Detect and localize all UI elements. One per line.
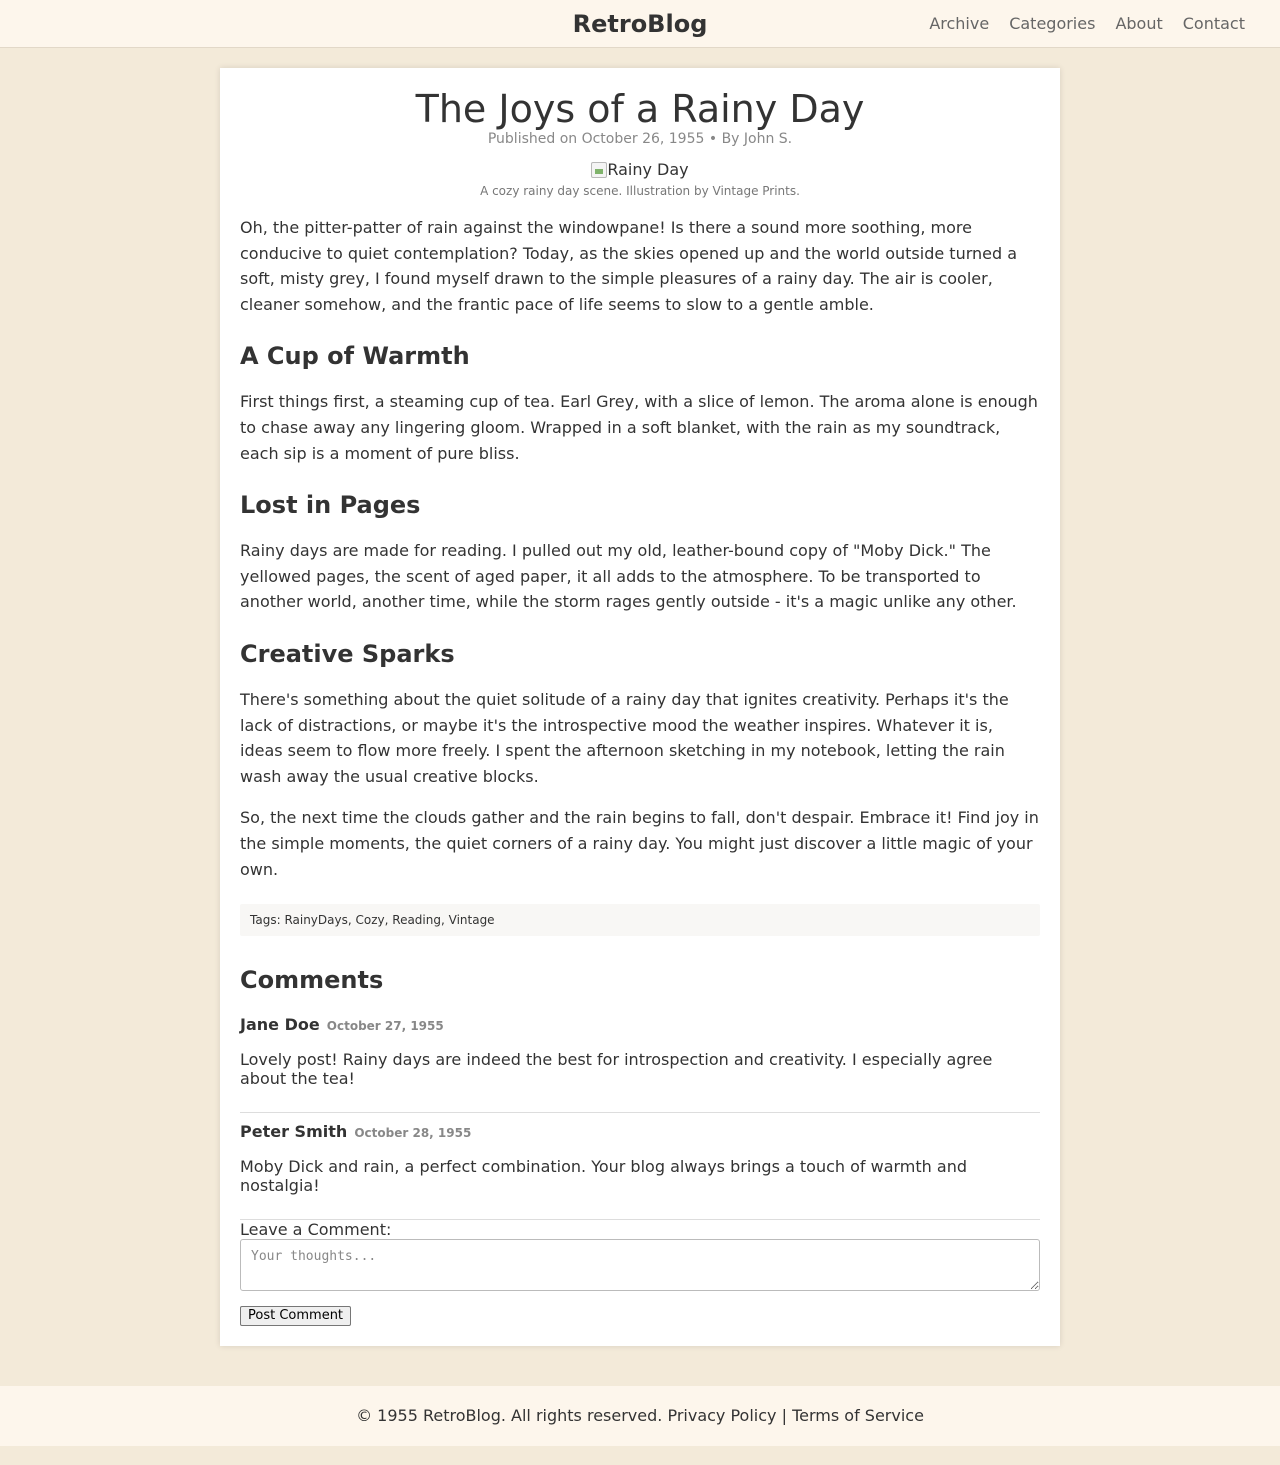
privacy-policy-link[interactable]: Privacy Policy xyxy=(667,1406,776,1425)
comment-form: Leave a Comment: Post Comment xyxy=(240,1220,1040,1327)
comment-item: Peter Smith October 28, 1955 Moby Dick a… xyxy=(240,1113,1040,1221)
nav-about[interactable]: About xyxy=(1115,13,1162,35)
intro-paragraph: Oh, the pitter-patter of rain against th… xyxy=(240,218,1018,314)
section-text-sparks: There's something about the quiet solitu… xyxy=(240,689,1009,786)
nav-contact[interactable]: Contact xyxy=(1183,13,1245,35)
nav-categories[interactable]: Categories xyxy=(1009,13,1095,35)
section-heading-warmth: A Cup of Warmth xyxy=(240,342,470,371)
broken-image-icon xyxy=(591,162,608,178)
comment-author: Peter Smith xyxy=(240,1122,348,1142)
nav-archive[interactable]: Archive xyxy=(929,13,989,35)
comment-author: Jane Doe xyxy=(240,1015,320,1035)
post-comment-button[interactable]: Post Comment xyxy=(240,1306,352,1327)
tag-link[interactable]: RainyDays xyxy=(284,913,347,927)
footer-separator: | xyxy=(781,1406,787,1426)
section-heading-sparks: Creative Sparks xyxy=(240,639,455,668)
post-image: Rainy Day xyxy=(591,159,689,181)
section-heading-pages: Lost in Pages xyxy=(240,491,421,520)
main-nav: Archive Categories About Contact xyxy=(929,13,1245,35)
comments-title: Comments xyxy=(240,966,384,995)
section-text-warmth: First things first, a steaming cup of te… xyxy=(240,392,1038,463)
tag-link[interactable]: Reading xyxy=(392,913,441,927)
comment-date: October 28, 1955 xyxy=(354,1126,472,1141)
tags-box: Tags: RainyDays, Cozy, Reading, Vintage xyxy=(240,904,1040,937)
post-figure: Rainy Day A cozy rainy day scene. Illust… xyxy=(240,159,1040,199)
comment-text: Lovely post! Rainy days are indeed the b… xyxy=(240,1050,993,1089)
comment-textarea[interactable] xyxy=(240,1239,1040,1292)
closing-paragraph: So, the next time the clouds gather and … xyxy=(240,808,1039,879)
image-caption: A cozy rainy day scene. Illustration by … xyxy=(480,184,800,198)
section-text-pages: Rainy days are made for reading. I pulle… xyxy=(240,541,1017,612)
image-alt-text: Rainy Day xyxy=(607,160,689,179)
tags-label: Tags: xyxy=(250,913,281,928)
site-footer: © 1955 RetroBlog. All rights reserved. P… xyxy=(0,1386,1280,1447)
terms-of-service-link[interactable]: Terms of Service xyxy=(792,1406,924,1425)
site-header: RetroBlog Archive Categories About Conta… xyxy=(0,0,1280,48)
comment-header: Jane Doe October 27, 1955 xyxy=(240,1014,1040,1037)
comment-item: Jane Doe October 27, 1955 Lovely post! R… xyxy=(240,995,1040,1114)
tag-link[interactable]: Cozy xyxy=(356,913,385,927)
footer-copyright: © 1955 RetroBlog. All rights reserved. xyxy=(356,1406,663,1426)
tag-link[interactable]: Vintage xyxy=(449,913,495,927)
post-card: The Joys of a Rainy Day Published on Oct… xyxy=(220,68,1060,1347)
comment-date: October 27, 1955 xyxy=(326,1019,444,1034)
comment-text: Moby Dick and rain, a perfect combinatio… xyxy=(240,1157,967,1196)
post-title: The Joys of a Rainy Day xyxy=(415,87,865,131)
comment-form-label: Leave a Comment: xyxy=(240,1220,392,1240)
post-meta: Published on October 26, 1955 • By John … xyxy=(487,131,793,147)
comment-header: Peter Smith October 28, 1955 xyxy=(240,1121,1040,1144)
